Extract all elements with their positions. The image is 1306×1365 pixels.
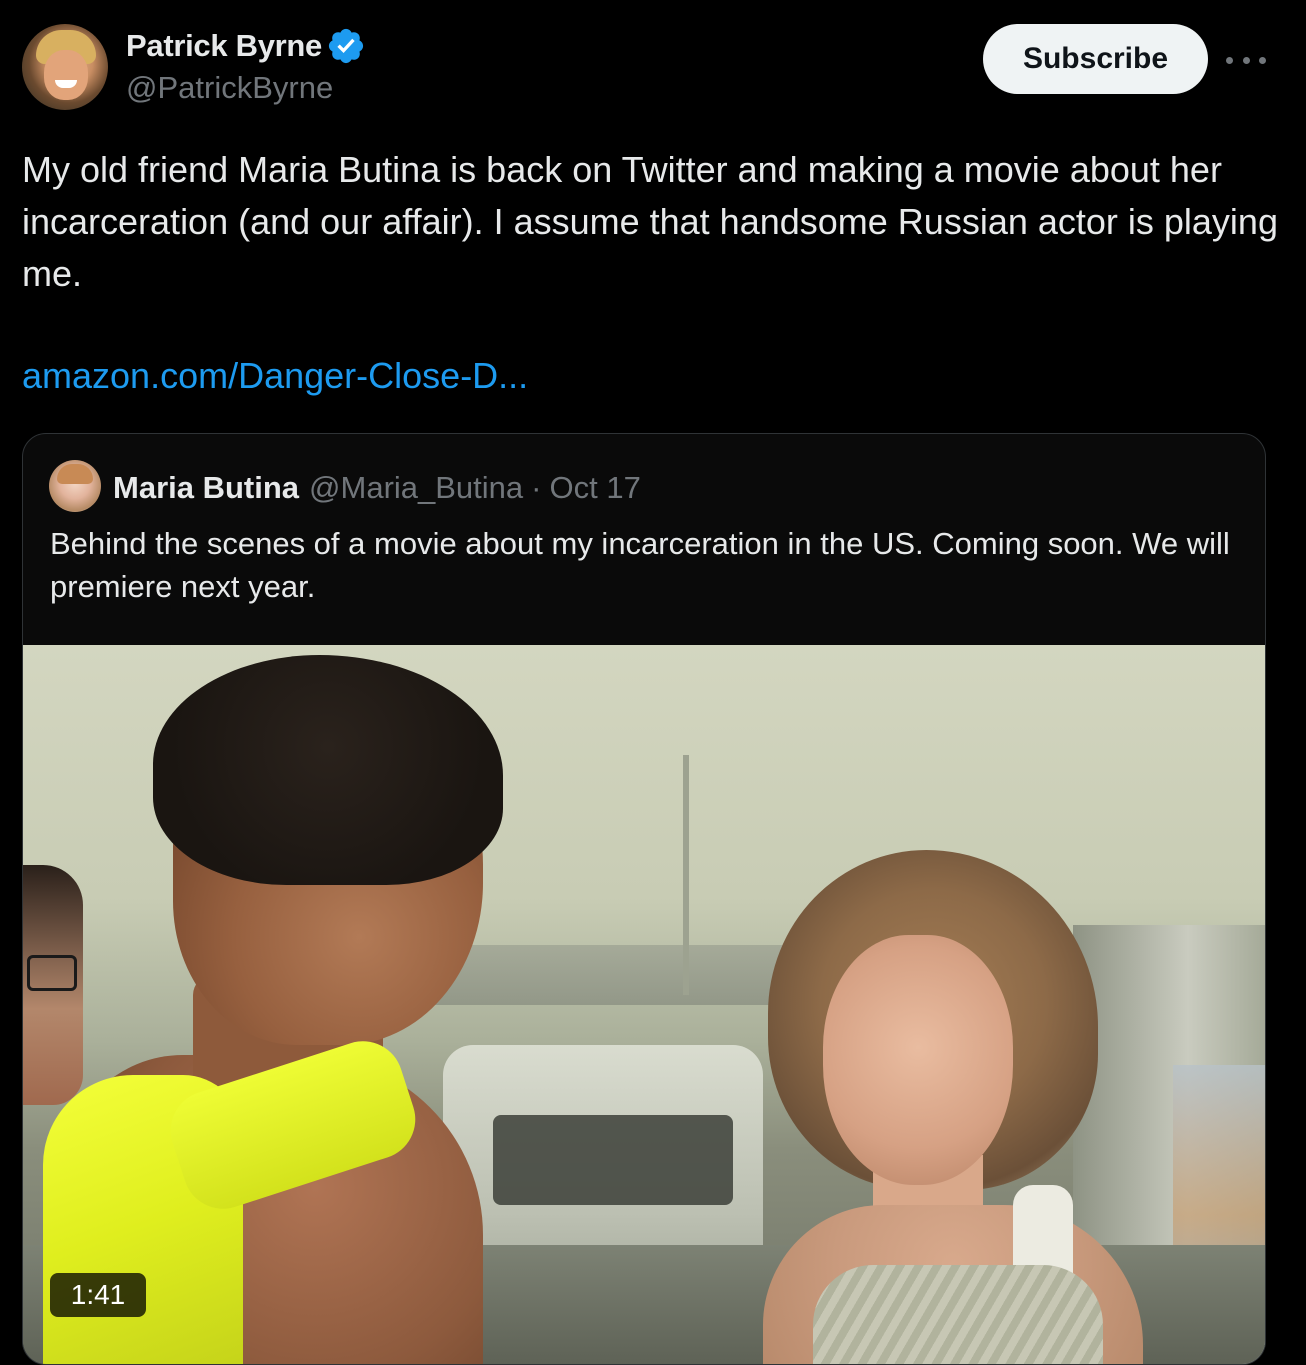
- author-name-row: Patrick Byrne: [126, 26, 366, 66]
- quoted-tweet-text: Behind the scenes of a movie about my in…: [50, 526, 1230, 604]
- quoted-avatar-hair: [57, 464, 93, 484]
- video-van-window: [493, 1115, 733, 1205]
- quoted-tweet-header: Maria Butina @Maria_Butina · Oct 17: [113, 466, 641, 510]
- quoted-header-separator: ·: [531, 470, 542, 505]
- more-dot: [1242, 56, 1250, 64]
- subscribe-button[interactable]: Subscribe: [983, 24, 1208, 94]
- more-horizontal-icon[interactable]: [1226, 50, 1266, 70]
- author-avatar[interactable]: [22, 24, 108, 110]
- quoted-author-handle[interactable]: @Maria_Butina: [309, 470, 523, 506]
- more-dot: [1226, 56, 1233, 64]
- avatar-face: [44, 50, 88, 100]
- video-woman-scarf: [813, 1265, 1103, 1364]
- quoted-tweet-date[interactable]: Oct 17: [549, 470, 640, 506]
- video-glasses: [27, 955, 77, 991]
- quoted-author-avatar[interactable]: [49, 460, 101, 512]
- tweet-link[interactable]: amazon.com/Danger-Close-D...: [22, 355, 528, 397]
- quoted-author-name[interactable]: Maria Butina: [113, 470, 299, 506]
- verified-badge-icon: [328, 28, 364, 64]
- video-duration-badge: 1:41: [50, 1273, 146, 1317]
- video-woman-face: [823, 935, 1013, 1185]
- more-dot: [1259, 56, 1266, 64]
- tweet-text: My old friend Maria Butina is back on Tw…: [22, 149, 1288, 294]
- video-player[interactable]: 1:41: [23, 645, 1265, 1364]
- quoted-tweet[interactable]: Maria Butina @Maria_Butina · Oct 17 Behi…: [22, 433, 1266, 1365]
- video-man-hair: [153, 655, 503, 885]
- author-handle[interactable]: @PatrickByrne: [126, 70, 333, 106]
- tweet: Patrick Byrne @PatrickByrne Subscribe My…: [0, 0, 1306, 1365]
- video-lamp-post: [683, 755, 689, 995]
- author-name[interactable]: Patrick Byrne: [126, 28, 322, 64]
